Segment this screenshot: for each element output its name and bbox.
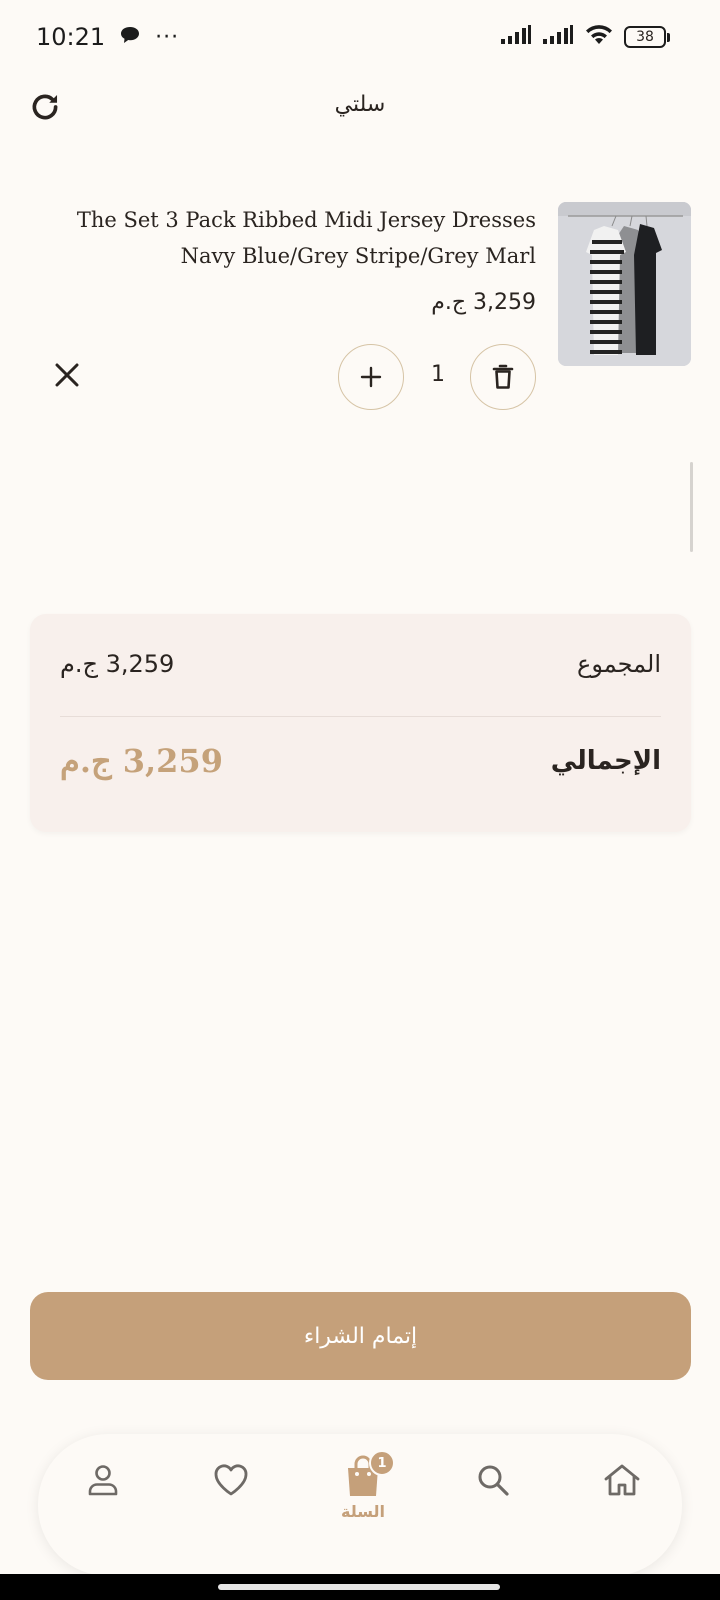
status-left: 10:21 ··· [36,23,179,51]
home-gesture-bar[interactable] [218,1584,500,1590]
summary-divider [60,716,661,717]
cart-badge: 1 [369,1450,395,1476]
decrease-quantity-button[interactable] [470,344,536,410]
profile-icon [88,1465,118,1496]
nav-item-home[interactable] [587,1462,657,1542]
chat-bubble-icon [119,23,141,51]
total-value: 3,259 ج.م [60,742,223,780]
cart-icon-wrap: 1 [343,1450,395,1498]
subtotal-value: 3,259 ج.م [60,650,175,678]
wifi-icon [584,24,614,50]
battery-tip [667,32,670,42]
total-label: الإجمالي [550,746,661,776]
bottom-navigation: 1 السلة [38,1434,682,1576]
remove-item-button[interactable] [50,358,84,392]
plus-icon [360,366,382,388]
nav-item-search[interactable] [458,1462,528,1542]
battery-icon: 38 [624,26,670,48]
search-icon [478,1465,509,1496]
page-title: سلتي [334,92,386,117]
product-price: 3,259 ج.م [431,290,536,315]
nav-label-cart: السلة [340,1502,385,1521]
product-name[interactable]: The Set 3 Pack Ribbed Midi Jersey Dresse… [56,202,536,274]
status-time: 10:21 [36,23,106,51]
quantity-value: 1 [431,362,445,387]
close-icon [55,363,79,387]
trash-icon [492,364,514,389]
order-summary: المجموع 3,259 ج.م الإجمالي 3,259 ج.م [30,614,691,832]
more-dots: ··· [155,24,180,50]
cart-item: The Set 3 Pack Ribbed Midi Jersey Dresse… [0,200,720,420]
status-right: 38 [500,24,670,50]
nav-item-cart[interactable]: 1 السلة [328,1450,398,1534]
status-bar: 10:21 ··· 38 [0,0,720,74]
gesture-area [0,1574,720,1600]
product-image[interactable] [558,202,691,366]
increase-quantity-button[interactable] [338,344,404,410]
battery-level: 38 [624,26,666,48]
heart-icon [214,1464,248,1496]
signal-icon [542,25,574,49]
subtotal-row: المجموع 3,259 ج.م [60,650,661,690]
quantity-row: 1 [0,344,720,410]
nav-item-profile[interactable] [68,1462,138,1542]
total-row: الإجمالي 3,259 ج.م [60,742,661,786]
checkout-button[interactable]: إتمام الشراء [30,1292,691,1380]
home-icon [604,1464,640,1496]
scrollbar[interactable] [690,462,693,552]
subtotal-label: المجموع [577,650,661,678]
signal-icon [500,25,532,49]
header: سلتي [0,74,720,144]
nav-item-wishlist[interactable] [196,1462,266,1542]
